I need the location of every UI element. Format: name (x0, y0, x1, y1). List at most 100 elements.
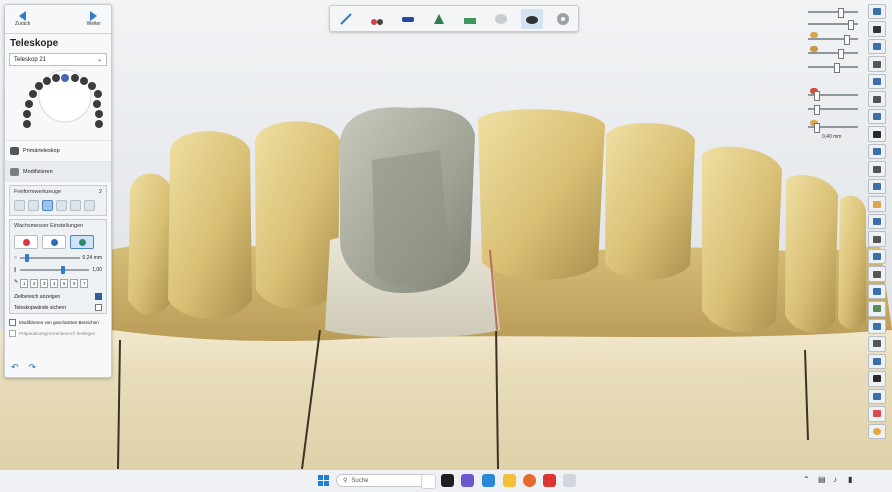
view-back-icon[interactable] (868, 56, 886, 72)
crown-view-icon[interactable] (520, 8, 543, 29)
scissors-icon[interactable] (366, 9, 388, 29)
export-icon[interactable] (868, 283, 886, 300)
measure-tool-icon[interactable] (868, 178, 886, 195)
clip-tool-icon[interactable] (868, 196, 886, 212)
3d-viewport[interactable] (0, 0, 892, 469)
size-slider[interactable]: ○ 0,24 mm (10, 252, 106, 264)
undo-icon[interactable]: ↶ (11, 362, 19, 373)
preset-5[interactable]: 5 (60, 279, 69, 288)
minus-icon (50, 238, 58, 246)
right-tool-strip (868, 4, 886, 440)
search-icon: ⚲ (343, 478, 348, 484)
color-tool-icon[interactable] (868, 406, 886, 422)
pen-tool-icon[interactable] (335, 9, 357, 29)
redo-icon[interactable]: ↷ (29, 362, 37, 373)
show-target-checkbox[interactable]: Zielbereich anzeigen (10, 291, 106, 302)
chat-icon[interactable] (461, 474, 474, 487)
crown-icon (10, 147, 19, 155)
visibility-slider-5[interactable] (808, 63, 858, 73)
model-view-icon[interactable] (428, 9, 450, 29)
windows-start-icon[interactable] (318, 475, 329, 486)
visibility-slider-1[interactable] (808, 8, 858, 18)
shade-tool-icon[interactable] (868, 318, 886, 335)
telescope-select[interactable]: Teleskop 21 ⌄ (9, 53, 107, 66)
dental-model-scene[interactable] (0, 0, 892, 469)
add-material-button[interactable] (14, 235, 38, 249)
tool-smooth-icon[interactable] (56, 200, 67, 211)
strength-slider[interactable]: ∥ 1,00 (10, 264, 106, 276)
view-occlusal-icon[interactable] (868, 143, 886, 160)
tool-drop-icon[interactable] (70, 200, 81, 211)
disc-view-icon[interactable] (552, 9, 574, 29)
tool-wax-knife-icon[interactable] (42, 200, 53, 211)
remove-material-button[interactable] (42, 235, 66, 249)
preset-2[interactable]: 2 (30, 279, 39, 288)
size-icon: ○ (14, 255, 18, 261)
battery-icon[interactable]: ▮ (848, 475, 852, 484)
layer-tool-icon[interactable] (868, 4, 886, 20)
widget-icon[interactable] (421, 474, 436, 489)
visibility-slider-4[interactable] (808, 49, 858, 59)
taskbar-search[interactable]: ⚲ Suche (336, 474, 432, 487)
tooth-right-far (838, 195, 866, 330)
explorer-icon[interactable] (503, 474, 516, 487)
volume-icon[interactable]: ♪ (833, 475, 837, 484)
tooth-right-2 (605, 122, 695, 280)
list-item-modifizieren[interactable]: Modifizieren (5, 161, 111, 182)
margin-area-checkbox[interactable]: Präparationsgrenzenbereich festlegen (5, 328, 111, 339)
smooth-material-button[interactable] (70, 235, 94, 249)
preset-3[interactable]: 3 (40, 279, 49, 288)
tool-add-icon[interactable] (14, 200, 25, 211)
arrow-right-icon (90, 11, 98, 21)
jaw-overview-widget[interactable] (9, 68, 107, 138)
modify-protected-checkbox[interactable]: Modifizieren von geschützten Bereichen (5, 317, 111, 328)
task-view-icon[interactable] (441, 474, 454, 487)
color-wheel-icon[interactable] (868, 423, 886, 440)
tooth-right-4 (785, 175, 838, 333)
chevron-up-icon[interactable]: ⌃ (803, 475, 810, 484)
transparency-tool-icon[interactable] (868, 353, 886, 370)
visibility-slider-3[interactable] (808, 35, 858, 45)
visibility-slider-8[interactable] (808, 123, 858, 133)
visibility-slider-7[interactable] (808, 105, 858, 115)
view-top-icon[interactable] (868, 108, 886, 125)
secure-walls-checkbox[interactable]: Teleskopwände sichern (10, 302, 106, 313)
view-right-icon[interactable] (868, 91, 886, 107)
grid-tool-icon[interactable] (868, 231, 886, 247)
align-tool-icon[interactable] (868, 336, 886, 352)
dental-app-icon[interactable] (563, 474, 576, 487)
jaw-view-icon[interactable] (459, 9, 481, 29)
visibility-slider-2[interactable] (808, 20, 858, 30)
preset-4[interactable]: 4 (50, 279, 59, 288)
preset-6[interactable]: 6 (70, 279, 79, 288)
view-front-icon[interactable] (868, 38, 886, 55)
back-button[interactable]: Zurück (15, 11, 30, 27)
view-left-icon[interactable] (868, 73, 886, 90)
height-tool-icon[interactable] (868, 301, 886, 317)
screenshot-icon[interactable] (868, 266, 886, 282)
tool-count-badge: 2 (98, 189, 102, 195)
cross-section-icon[interactable] (868, 388, 886, 405)
tool-settings-icon[interactable] (84, 200, 95, 211)
label-tool-icon[interactable] (868, 248, 886, 265)
mail-icon[interactable] (482, 474, 495, 487)
wax-tool-icon[interactable] (868, 213, 886, 230)
teleskope-panel: Zurück Weiter Teleskope Teleskop 21 ⌄ Pr… (4, 4, 112, 378)
view-bottom-icon[interactable] (868, 126, 886, 142)
preset-1[interactable]: 1 (20, 279, 29, 288)
next-button[interactable]: Weiter (87, 11, 101, 27)
app-icon[interactable] (543, 474, 556, 487)
selected-tooth-marker (61, 74, 69, 82)
visibility-slider-6[interactable] (808, 91, 858, 101)
preset-numbers: ✎ 1 2 3 4 5 6 7 (10, 276, 106, 291)
tooth-view-icon[interactable] (490, 9, 512, 29)
attachment-icon[interactable] (397, 9, 419, 29)
list-item-primaerteleskop[interactable]: Primärteleskop (5, 140, 111, 161)
fit-view-icon[interactable] (868, 21, 886, 37)
firefox-icon[interactable] (523, 474, 536, 487)
network-icon[interactable]: ▤ (818, 475, 826, 484)
tool-knife-icon[interactable] (28, 200, 39, 211)
section-tool-icon[interactable] (868, 161, 886, 177)
preset-7[interactable]: 7 (80, 279, 89, 288)
bite-tool-icon[interactable] (868, 371, 886, 387)
